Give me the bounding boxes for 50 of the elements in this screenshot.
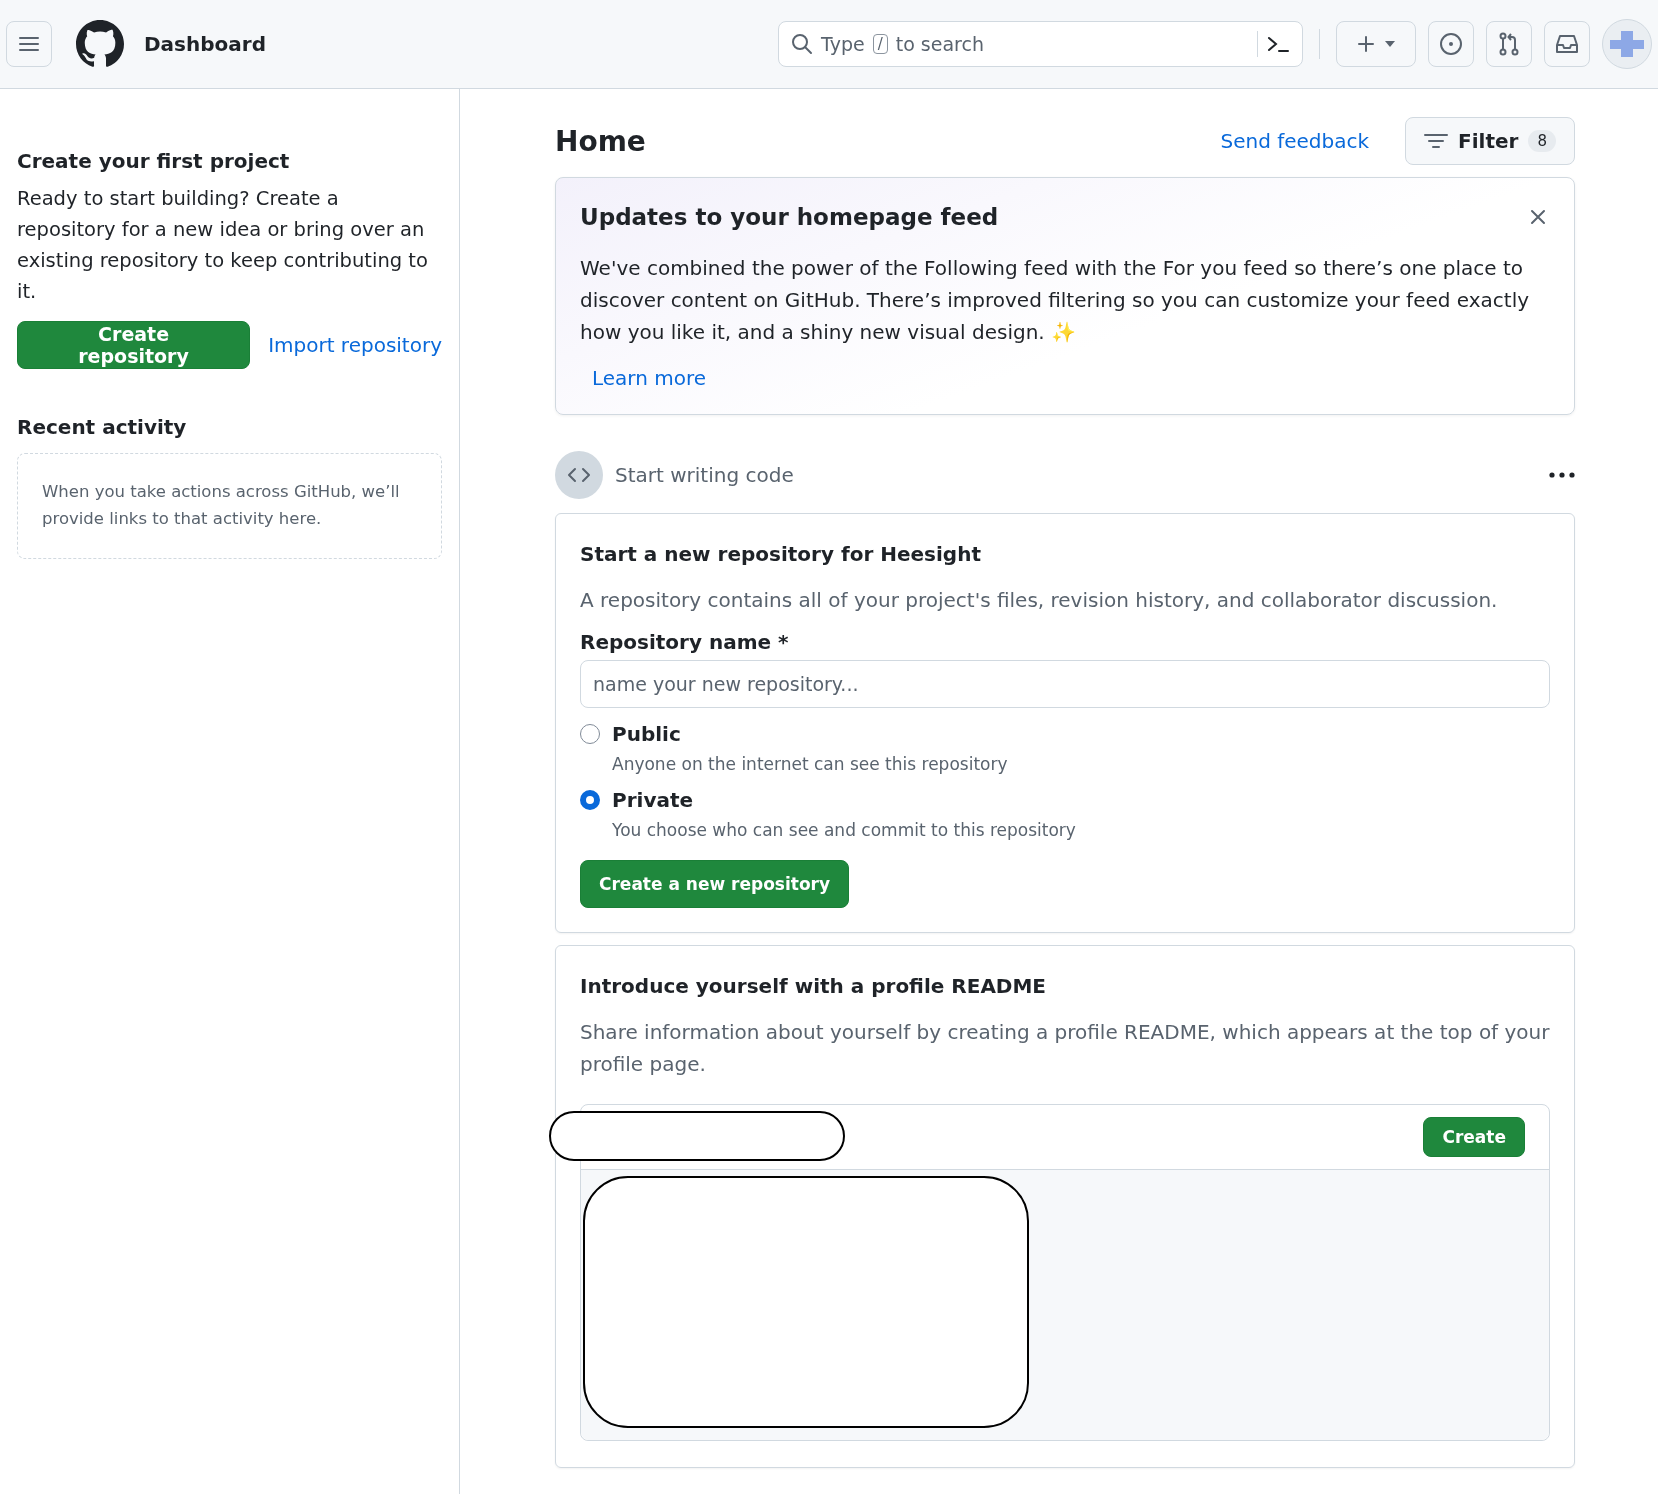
radio-hint: Anyone on the internet can see this repository bbox=[612, 754, 1008, 774]
caret-icon bbox=[1384, 40, 1396, 48]
code-icon bbox=[555, 451, 603, 499]
plus-icon bbox=[1356, 34, 1376, 54]
radio-button[interactable] bbox=[580, 790, 600, 810]
search-icon bbox=[791, 33, 813, 55]
filter-button[interactable]: Filter 8 bbox=[1405, 117, 1575, 165]
close-icon bbox=[1530, 209, 1546, 225]
keyboard-key: / bbox=[872, 34, 888, 54]
inbox-icon bbox=[1555, 33, 1579, 55]
page-title[interactable]: Dashboard bbox=[144, 32, 266, 56]
description-text: Ready to start building? Create a repository for a new idea or bring over an existing repository to keep contributing to it. bbox=[17, 186, 429, 305]
banner-text: We've combined the power of the Following feed with the For you feed so there’s one place to discover content on GitHub. There’s improved filtering so you can customize your feed exactly how you like it, and a shiny new visual design. ✨ bbox=[580, 255, 1531, 346]
send-feedback-link[interactable]: Send feedback bbox=[1220, 129, 1370, 153]
create-new-button[interactable] bbox=[1336, 21, 1416, 67]
card-title: Introduce yourself with a profile README bbox=[580, 974, 1048, 998]
radio-label[interactable]: Private bbox=[612, 788, 1076, 812]
field-label: Repository name * bbox=[580, 630, 790, 654]
banner-title: Updates to your homepage feed bbox=[580, 204, 999, 230]
empty-state-text: When you take actions across GitHub, we’ll provide links to that activity here. bbox=[42, 481, 401, 530]
filter-icon bbox=[1424, 133, 1449, 149]
filter-count-badge: 8 bbox=[1528, 130, 1556, 152]
octocat-logo-icon[interactable] bbox=[76, 20, 124, 68]
issues-button[interactable] bbox=[1428, 21, 1474, 67]
card-description: Share information about yourself by creating a profile README, which appears at the top of your profile page. bbox=[580, 1019, 1550, 1078]
radio-hint: You choose who can see and commit to this repository bbox=[612, 820, 1076, 840]
more-options-icon[interactable] bbox=[1549, 472, 1575, 478]
pull-requests-button[interactable] bbox=[1486, 21, 1532, 67]
inbox-button[interactable] bbox=[1544, 21, 1590, 67]
section-title: Start writing code bbox=[615, 463, 795, 487]
branch-merge-icon bbox=[1498, 32, 1520, 56]
menu-button[interactable] bbox=[6, 21, 52, 67]
card-description: A repository contains all of your project's files, revision history, and collaborator discussion. bbox=[580, 587, 1499, 614]
card-title: Start a new repository for Heesight bbox=[580, 542, 982, 566]
menu-icon bbox=[18, 35, 40, 53]
command-prompt-icon[interactable] bbox=[1266, 34, 1290, 54]
search-placeholder: to search bbox=[895, 33, 984, 55]
search-placeholder: Type bbox=[821, 33, 865, 55]
create-button[interactable]: Create bbox=[1423, 1117, 1525, 1157]
create-repository-button[interactable]: Create repository bbox=[17, 321, 251, 369]
page-heading: Home bbox=[555, 124, 647, 158]
create-new-repository-button[interactable]: Create a new repository bbox=[580, 860, 850, 908]
section-heading: Create your first project bbox=[17, 149, 291, 173]
search-field[interactable]: Type / to search bbox=[778, 21, 1303, 67]
learn-more-link[interactable]: Learn more bbox=[592, 366, 707, 390]
repository-name-input[interactable]: name your new repository... bbox=[580, 660, 1550, 708]
section-heading: Recent activity bbox=[17, 415, 188, 439]
import-repository-link[interactable]: Import repository bbox=[268, 333, 442, 357]
radio-label[interactable]: Public bbox=[612, 722, 1008, 746]
circle-dot-icon bbox=[1439, 32, 1463, 56]
